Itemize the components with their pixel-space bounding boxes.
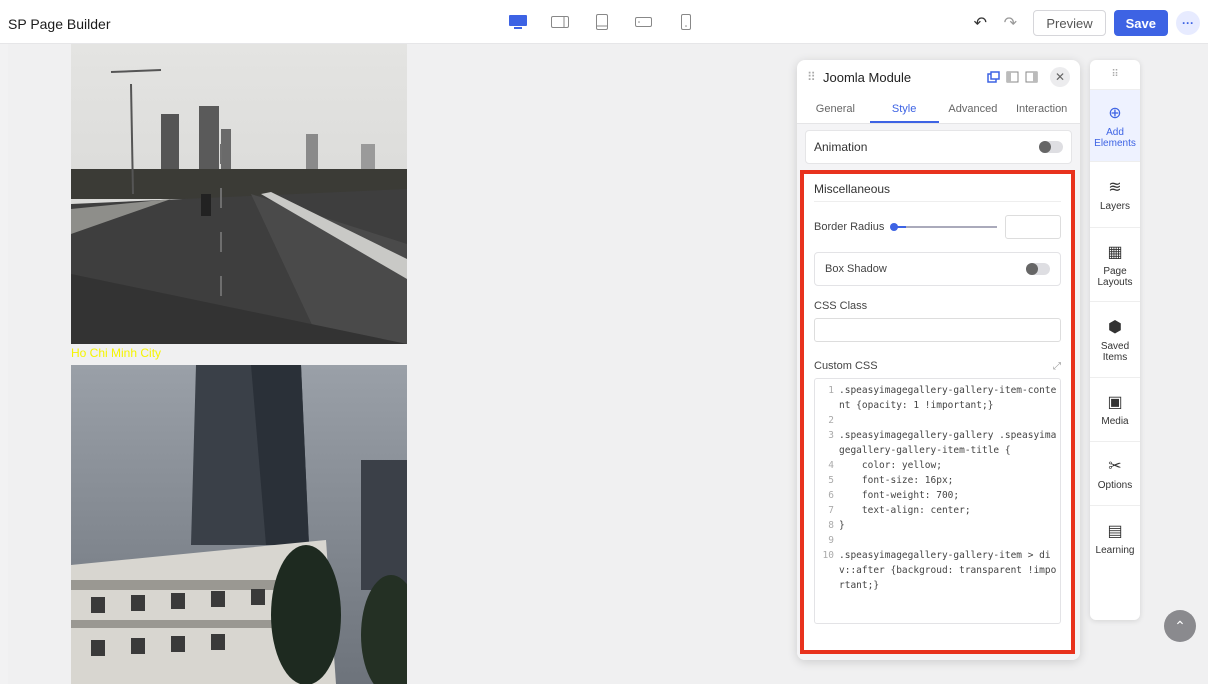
book-icon: ▤: [1107, 522, 1123, 540]
box-shadow-toggle[interactable]: [1026, 263, 1050, 275]
close-icon[interactable]: ✕: [1050, 67, 1070, 87]
save-button[interactable]: Save: [1113, 10, 1168, 36]
expand-icon[interactable]: ⤢: [1053, 361, 1061, 372]
dock-left-icon[interactable]: [1006, 71, 1019, 83]
border-radius-row: Border Radius: [814, 214, 1061, 240]
top-actions: ↶ ↷ Preview Save ···: [969, 10, 1200, 36]
undo-icon[interactable]: ↶: [969, 13, 991, 33]
code-line: 10 .speasyimagegallery-gallery-item > div…: [822, 550, 1057, 591]
animation-toggle[interactable]: [1039, 141, 1063, 153]
code-line: 9: [828, 535, 834, 546]
device-switcher: [508, 14, 696, 30]
sidebar-item-label: Saved Items: [1100, 340, 1130, 363]
code-line: 8}: [828, 520, 845, 531]
gallery-image-road[interactable]: [71, 44, 407, 344]
animation-label: Animation: [814, 140, 868, 154]
sidebar-item-label: Add Elements: [1094, 126, 1136, 149]
sidebar-item-media[interactable]: ▣ Media: [1090, 378, 1140, 442]
sidebar-item-learning[interactable]: ▤ Learning: [1090, 506, 1140, 570]
drag-handle-icon[interactable]: ⠿: [807, 70, 823, 84]
image-icon: ▣: [1107, 394, 1123, 411]
border-radius-label: Border Radius: [814, 221, 885, 233]
code-line: 3 .speasyimagegallery-gallery .speasyimag…: [828, 430, 1057, 456]
app-title: SP Page Builder: [8, 16, 111, 32]
tab-advanced[interactable]: Advanced: [939, 94, 1008, 123]
preview-button[interactable]: Preview: [1033, 10, 1106, 36]
code-line: 2: [828, 415, 834, 426]
dock-right-icon[interactable]: [1025, 71, 1038, 83]
panel-layout-icons: [987, 71, 1038, 83]
box-shadow-label: Box Shadow: [825, 263, 887, 275]
sidebar-grip-icon[interactable]: ⠿: [1090, 60, 1140, 90]
miscellaneous-section: Miscellaneous Border Radius Box Shadow C…: [797, 170, 1080, 660]
panel-header: ⠿ Joomla Module ✕: [797, 60, 1080, 94]
sidebar-item-add-elements[interactable]: ⊕ Add Elements: [1090, 90, 1140, 162]
code-line: 1 .speasyimagegallery-gallery-item-conten…: [828, 385, 1057, 411]
right-sidebar: ⠿ ⊕ Add Elements ≋ Layers ▦ Page Layouts…: [1090, 60, 1140, 620]
border-radius-track[interactable]: [906, 226, 997, 228]
code-line: 6 font-weight: 700;: [828, 490, 960, 501]
layers-icon: ≋: [1108, 179, 1122, 196]
module-settings-panel: ⠿ Joomla Module ✕ General Style Advanced…: [797, 60, 1080, 660]
layout-icon: ▦: [1107, 243, 1123, 261]
tab-style[interactable]: Style: [869, 94, 939, 123]
redo-icon[interactable]: ↷: [999, 13, 1021, 33]
sidebar-item-label: Media: [1101, 416, 1129, 427]
desktop-icon[interactable]: [508, 14, 528, 30]
section-title: Miscellaneous: [814, 182, 1061, 202]
sidebar-item-label: Options: [1097, 480, 1133, 491]
detach-icon[interactable]: [987, 71, 1000, 83]
custom-css-label: Custom CSS: [814, 360, 878, 372]
panel-tabs: General Style Advanced Interaction: [797, 94, 1080, 124]
sidebar-item-options[interactable]: ✂ Options: [1090, 442, 1140, 506]
tablet-landscape-icon[interactable]: [550, 14, 570, 30]
tab-interaction[interactable]: Interaction: [1007, 94, 1076, 123]
code-line: 7 text-align: center;: [828, 505, 971, 516]
sidebar-item-layers[interactable]: ≋ Layers: [1090, 162, 1140, 228]
tab-general[interactable]: General: [801, 94, 870, 123]
plus-circle-icon: ⊕: [1108, 104, 1122, 122]
css-class-input[interactable]: [814, 318, 1061, 342]
panel-title: Joomla Module: [823, 69, 912, 85]
custom-css-editor[interactable]: 1 .speasyimagegallery-gallery-item-conten…: [814, 378, 1061, 624]
css-class-label: CSS Class: [814, 300, 868, 312]
tools-icon: ✂: [1108, 458, 1122, 475]
custom-css-header: Custom CSS ⤢: [814, 360, 1061, 372]
sidebar-item-label: Page Layouts: [1097, 265, 1133, 288]
top-bar: SP Page Builder ↶ ↷ Preview Save ···: [0, 0, 1208, 44]
code-line: 5 font-size: 16px;: [828, 475, 954, 486]
animation-row: Animation: [805, 130, 1072, 164]
tablet-icon[interactable]: [592, 14, 612, 30]
sidebar-item-saved-items[interactable]: ⬢ Saved Items: [1090, 302, 1140, 378]
sidebar-item-page-layouts[interactable]: ▦ Page Layouts: [1090, 228, 1140, 302]
box-shadow-row: Box Shadow: [814, 252, 1061, 286]
border-radius-slider[interactable]: [890, 223, 907, 231]
border-radius-input[interactable]: [1005, 215, 1061, 239]
image-caption: Ho Chi Minh City: [71, 346, 162, 360]
sidebar-item-label: Learning: [1095, 544, 1135, 556]
scroll-to-top-button[interactable]: ⌃: [1164, 610, 1196, 642]
mobile-landscape-icon[interactable]: [634, 14, 654, 30]
mobile-icon[interactable]: [676, 14, 696, 30]
highlighted-region: Miscellaneous Border Radius Box Shadow C…: [800, 170, 1075, 654]
code-line: 4 color: yellow;: [828, 460, 942, 471]
gallery-image-tower[interactable]: [71, 365, 407, 684]
sidebar-item-label: Layers: [1099, 201, 1130, 212]
box-icon: ⬢: [1108, 318, 1122, 336]
more-button[interactable]: ···: [1176, 11, 1200, 35]
